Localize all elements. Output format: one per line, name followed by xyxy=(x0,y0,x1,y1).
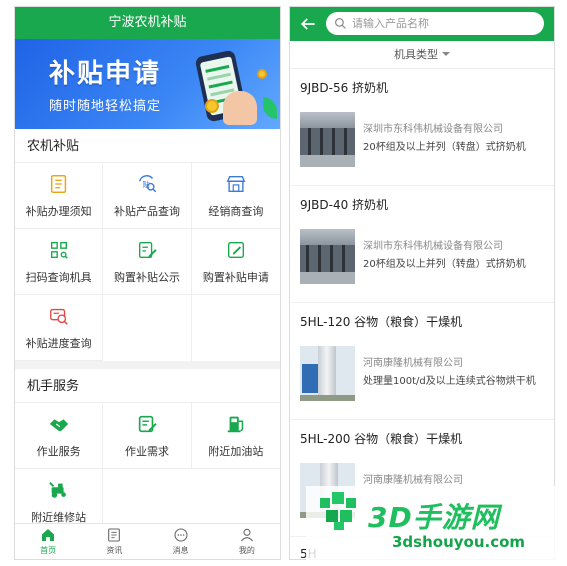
grid-item-label: 附近加油站 xyxy=(208,444,264,458)
watermark-title: 3D手游网 xyxy=(368,501,500,534)
search-input[interactable] xyxy=(352,15,512,32)
tab-home[interactable]: 首页 xyxy=(15,524,81,559)
grid-item-label: 作业服务 xyxy=(36,444,81,458)
app-title: 宁波农机补贴 xyxy=(15,7,280,39)
filter-label: 机具类型 xyxy=(394,48,438,61)
handshake-icon xyxy=(49,418,68,431)
product-name: 9JBD-40 挤奶机 xyxy=(300,198,389,212)
chevron-down-icon xyxy=(442,52,450,56)
product-image xyxy=(300,346,355,401)
grid-item-subsidy-apply[interactable]: 购置补贴申请 xyxy=(191,229,280,295)
news-icon xyxy=(108,528,121,542)
request-edit-icon xyxy=(138,415,157,432)
machine-type-filter[interactable]: 机具类型 xyxy=(290,41,554,69)
product-company: 深圳市东科伟机械设备有限公司 xyxy=(363,241,503,252)
gas-station-icon xyxy=(227,416,243,432)
search-header xyxy=(290,7,554,41)
watermark-url: 3dshouyou.com xyxy=(392,533,526,551)
document-list-icon xyxy=(50,174,66,193)
notice-edit-icon xyxy=(138,241,157,258)
bottom-tabbar: 首页 资讯 消息 我的 xyxy=(15,523,280,559)
banner-title: 补贴申请 xyxy=(49,59,162,89)
tab-label: 资讯 xyxy=(106,546,123,555)
grid-empty-cell xyxy=(103,295,192,361)
search-icon xyxy=(335,18,346,29)
grid-item-dealer-search[interactable]: 经销商查询 xyxy=(191,163,280,229)
section-title-operator: 机手服务 xyxy=(15,369,280,403)
grid-item-subsidy-guide[interactable]: 补贴办理须知 xyxy=(15,163,104,229)
product-name: 9JBD-56 挤奶机 xyxy=(300,81,389,95)
progress-search-icon xyxy=(49,308,68,325)
product-name: 5HL-200 谷物（粮食）干燥机 xyxy=(300,432,463,446)
leaf-icon xyxy=(263,97,277,119)
product-image xyxy=(300,112,355,167)
operator-grid: 作业服务 作业需求 附近加油站 附近维修站 xyxy=(15,403,280,535)
grid-empty-cell xyxy=(192,295,280,361)
product-company: 深圳市东科伟机械设备有限公司 xyxy=(363,124,503,135)
grid-item-work-request[interactable]: 作业需求 xyxy=(103,403,192,469)
grid-item-label: 补贴进度查询 xyxy=(25,336,92,350)
tab-label: 消息 xyxy=(172,546,189,555)
section-title-subsidy: 农机补贴 xyxy=(15,129,280,163)
grid-item-label: 扫码查询机具 xyxy=(25,270,92,284)
grid-item-gas-station[interactable]: 附近加油站 xyxy=(191,403,280,469)
grid-item-label: 作业需求 xyxy=(124,444,169,458)
grid-item-label: 购置补贴申请 xyxy=(202,270,269,284)
tab-label: 我的 xyxy=(238,546,255,555)
grid-item-subsidy-notice[interactable]: 购置补贴公示 xyxy=(103,229,192,295)
user-icon xyxy=(240,528,253,542)
product-item[interactable]: 9JBD-40 挤奶机 深圳市东科伟机械设备有限公司 20杯组及以上并列（转盘）… xyxy=(290,186,554,303)
product-search-screen: 机具类型 9JBD-56 挤奶机 深圳市东科伟机械设备有限公司 20杯组及以上并… xyxy=(289,6,555,560)
product-item[interactable]: 9JBD-56 挤奶机 深圳市东科伟机械设备有限公司 20杯组及以上并列（转盘）… xyxy=(290,69,554,186)
product-company: 河南康隆机械有限公司 xyxy=(363,358,463,369)
grid-item-scan-query[interactable]: 扫码查询机具 xyxy=(15,229,104,295)
banner-subtitle: 随时随地轻松搞定 xyxy=(49,99,162,114)
product-item[interactable]: 5HL-120 谷物（粮食）干燥机 河南康隆机械有限公司 处理量100t/d及以… xyxy=(290,303,554,420)
grid-item-label: 购置补贴公示 xyxy=(113,270,180,284)
product-image xyxy=(300,229,355,284)
grid-item-work-service[interactable]: 作业服务 xyxy=(15,403,104,469)
tractor-repair-icon xyxy=(48,481,66,498)
product-name: 5HL-120 谷物（粮食）干燥机 xyxy=(300,315,463,329)
watermark-logo-icon xyxy=(320,492,356,530)
tab-news[interactable]: 资讯 xyxy=(81,524,147,559)
product-company: 河南康隆机械有限公司 xyxy=(363,475,463,486)
product-spec: 处理量100t/d及以上连续式谷物烘干机 xyxy=(363,376,536,387)
back-arrow-icon[interactable] xyxy=(298,14,318,34)
hand-illustration xyxy=(223,91,257,125)
grid-item-label: 补贴产品查询 xyxy=(113,204,180,218)
product-spec: 20杯组及以上并列（转盘）式挤奶机 xyxy=(363,259,526,270)
grid-item-progress-query[interactable]: 补贴进度查询 xyxy=(15,295,104,361)
coin-icon xyxy=(205,99,219,113)
qr-scan-icon xyxy=(50,241,68,259)
coin-icon xyxy=(257,69,267,79)
subsidy-search-icon: 贴 xyxy=(138,174,157,192)
tab-label: 首页 xyxy=(40,546,57,555)
section-divider xyxy=(15,361,280,369)
grid-item-subsidy-products[interactable]: 贴 补贴产品查询 xyxy=(103,163,192,229)
message-icon xyxy=(174,528,188,542)
apply-edit-icon xyxy=(227,241,244,258)
subsidy-banner[interactable]: 补贴申请 随时随地轻松搞定 xyxy=(15,39,280,129)
product-spec: 20杯组及以上并列（转盘）式挤奶机 xyxy=(363,142,526,153)
grid-item-label: 经销商查询 xyxy=(208,204,264,218)
grid-item-label: 补贴办理须知 xyxy=(25,204,92,218)
tab-profile[interactable]: 我的 xyxy=(214,524,280,559)
home-icon xyxy=(42,529,55,541)
search-box[interactable] xyxy=(326,12,544,35)
tab-messages[interactable]: 消息 xyxy=(148,524,214,559)
store-icon xyxy=(226,175,246,192)
subsidy-grid: 补贴办理须知 贴 补贴产品查询 经销商查询 扫码查询机具 购置补贴公示 购置补贴… xyxy=(15,163,280,361)
home-screen: 宁波农机补贴 补贴申请 随时随地轻松搞定 农机补贴 补贴办理须知 贴 补贴产品查… xyxy=(14,6,281,560)
